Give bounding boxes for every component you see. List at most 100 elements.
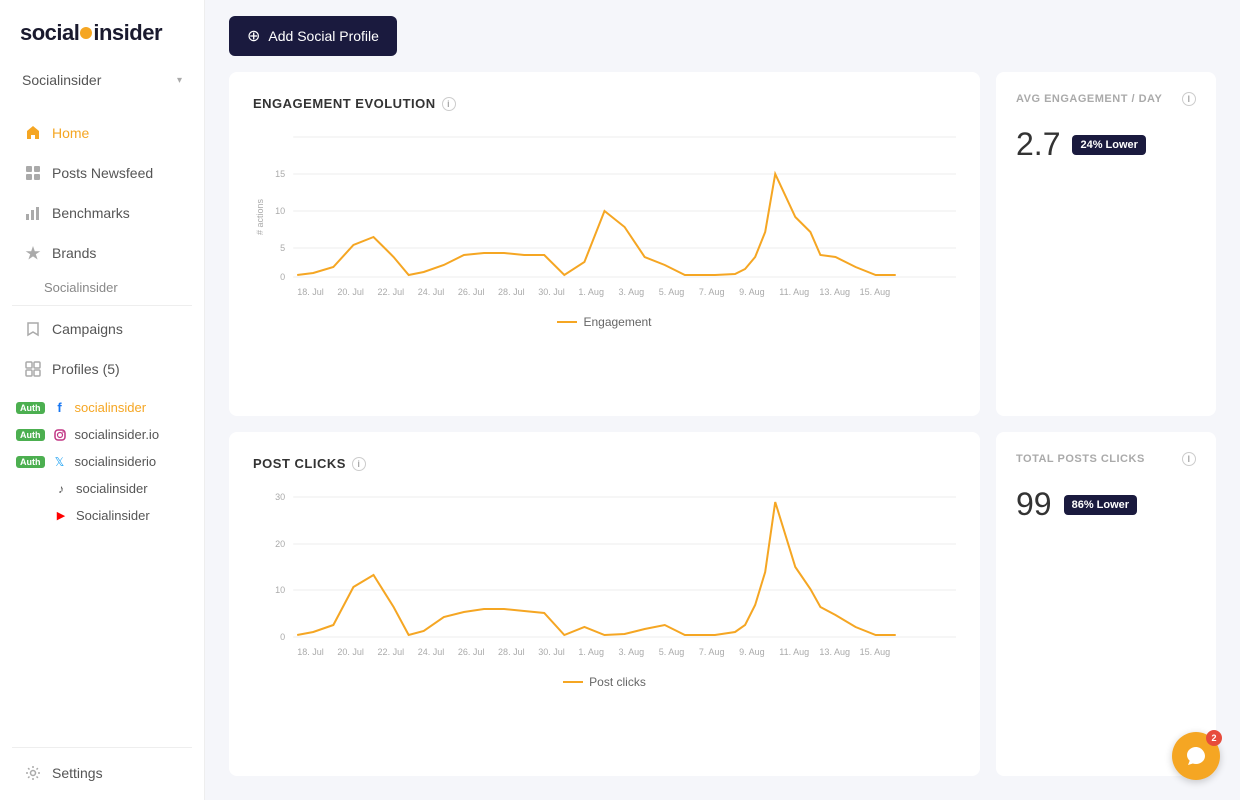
add-profile-button[interactable]: ⊕ Add Social Profile: [229, 16, 397, 56]
svg-text:5: 5: [280, 243, 285, 253]
chart-icon: [24, 204, 42, 222]
svg-text:5. Aug: 5. Aug: [659, 647, 685, 657]
total-post-clicks-value: 99 86% Lower: [1016, 486, 1196, 523]
chat-icon: [1185, 745, 1207, 767]
total-post-clicks-card: TOTAL POSTS CLICKS i 99 86% Lower: [996, 432, 1216, 776]
svg-text:0: 0: [280, 632, 285, 642]
project-name: Socialinsider: [22, 72, 101, 88]
chevron-down-icon: ▾: [177, 75, 182, 86]
svg-text:26. Jul: 26. Jul: [458, 287, 485, 297]
engagement-chart-title: ENGAGEMENT EVOLUTION i: [253, 96, 956, 111]
svg-text:28. Jul: 28. Jul: [498, 287, 525, 297]
star-icon: [24, 244, 42, 262]
post-clicks-title-text: POST CLICKS: [253, 456, 346, 471]
profiles-icon: [24, 360, 42, 378]
sidebar-item-settings-label: Settings: [52, 765, 103, 781]
svg-text:15. Aug: 15. Aug: [860, 287, 891, 297]
post-clicks-info-icon[interactable]: i: [352, 457, 366, 471]
sidebar-item-campaigns[interactable]: Campaigns: [8, 310, 196, 348]
post-clicks-chart-title: POST CLICKS i: [253, 456, 956, 471]
logo-dot: [80, 27, 92, 39]
divider-1: [12, 305, 192, 306]
auth-badge-tw: Auth: [16, 456, 45, 468]
engagement-title-text: ENGAGEMENT EVOLUTION: [253, 96, 436, 111]
svg-text:5. Aug: 5. Aug: [659, 287, 685, 297]
profile-name-ig: socialinsider.io: [75, 427, 160, 442]
svg-text:26. Jul: 26. Jul: [458, 647, 485, 657]
sidebar-item-home[interactable]: Home: [8, 114, 196, 152]
svg-text:10: 10: [275, 585, 285, 595]
divider-2: [12, 747, 192, 748]
sidebar-item-brands[interactable]: Brands: [8, 234, 196, 272]
sidebar-item-campaigns-label: Campaigns: [52, 321, 123, 337]
svg-text:24. Jul: 24. Jul: [418, 647, 445, 657]
svg-text:30. Jul: 30. Jul: [538, 647, 565, 657]
svg-text:22. Jul: 22. Jul: [378, 287, 405, 297]
svg-text:15: 15: [275, 169, 285, 179]
logo: socialinsider: [20, 20, 162, 46]
profile-name-tw: socialinsiderio: [75, 454, 157, 469]
sidebar-item-profiles[interactable]: Profiles (5): [8, 350, 196, 388]
avg-engagement-info-icon[interactable]: i: [1182, 92, 1196, 106]
total-post-clicks-number: 99: [1016, 486, 1052, 523]
sidebar: socialinsider Socialinsider ▾ Home: [0, 0, 205, 800]
sidebar-item-settings[interactable]: Settings: [8, 754, 196, 792]
project-selector[interactable]: Socialinsider ▾: [12, 64, 192, 96]
total-post-clicks-badge: 86% Lower: [1064, 495, 1137, 515]
chat-notification-badge: 2: [1206, 730, 1222, 746]
total-clicks-info-icon[interactable]: i: [1182, 452, 1196, 466]
facebook-icon: f: [53, 401, 67, 415]
plus-circle-icon: ⊕: [247, 26, 260, 46]
svg-text:13. Aug: 13. Aug: [819, 647, 850, 657]
top-bar: ⊕ Add Social Profile: [205, 0, 1240, 72]
profile-item-tiktok[interactable]: ♪ socialinsider: [0, 475, 204, 502]
profiles-section: Auth f socialinsider Auth socialinsider.…: [0, 394, 204, 529]
nav-section: Home Posts Newsfeed: [0, 112, 204, 390]
svg-text:3. Aug: 3. Aug: [619, 647, 645, 657]
post-clicks-legend: Post clicks: [253, 675, 956, 689]
svg-text:9. Aug: 9. Aug: [739, 287, 765, 297]
chat-bubble[interactable]: 2: [1172, 732, 1220, 780]
sidebar-item-benchmarks[interactable]: Benchmarks: [8, 194, 196, 232]
brands-subitem[interactable]: Socialinsider: [0, 274, 204, 301]
profile-name-fb: socialinsider: [75, 400, 147, 415]
svg-text:7. Aug: 7. Aug: [699, 647, 725, 657]
svg-text:20. Jul: 20. Jul: [337, 647, 364, 657]
engagement-svg: 0 5 10 15 # actions 18. Jul 20. Jul 22. …: [253, 127, 956, 307]
svg-text:0: 0: [280, 272, 285, 282]
sidebar-item-profiles-label: Profiles (5): [52, 361, 120, 377]
home-icon: [24, 124, 42, 142]
svg-text:1. Aug: 1. Aug: [578, 287, 604, 297]
sidebar-item-posts-newsfeed[interactable]: Posts Newsfeed: [8, 154, 196, 192]
youtube-icon: ▶: [54, 509, 68, 523]
avg-engagement-title-text: AVG ENGAGEMENT / DAY: [1016, 93, 1162, 105]
svg-text:15. Aug: 15. Aug: [860, 647, 891, 657]
settings-icon: [24, 764, 42, 782]
profile-item-facebook[interactable]: Auth f socialinsider: [0, 394, 204, 421]
avg-engagement-value: 2.7 24% Lower: [1016, 126, 1196, 163]
charts-right: AVG ENGAGEMENT / DAY i 2.7 24% Lower TOT…: [996, 72, 1216, 776]
post-clicks-line: [297, 502, 896, 635]
legend-line-post-clicks: [563, 681, 583, 683]
profile-item-instagram[interactable]: Auth socialinsider.io: [0, 421, 204, 448]
profile-name-tt: socialinsider: [76, 481, 148, 496]
avg-engagement-title: AVG ENGAGEMENT / DAY i: [1016, 92, 1196, 106]
svg-text:20: 20: [275, 539, 285, 549]
profile-item-twitter[interactable]: Auth 𝕏 socialinsiderio: [0, 448, 204, 475]
svg-text:18. Jul: 18. Jul: [297, 647, 324, 657]
engagement-legend: Engagement: [253, 315, 956, 329]
profile-item-youtube[interactable]: ▶ Socialinsider: [0, 502, 204, 529]
svg-text:28. Jul: 28. Jul: [498, 647, 525, 657]
engagement-info-icon[interactable]: i: [442, 97, 456, 111]
svg-text:30: 30: [275, 492, 285, 502]
sidebar-item-brands-label: Brands: [52, 245, 96, 261]
charts-left: ENGAGEMENT EVOLUTION i 0 5 10: [229, 72, 980, 776]
twitter-icon: 𝕏: [53, 455, 67, 469]
svg-text:20. Jul: 20. Jul: [337, 287, 364, 297]
sidebar-item-home-label: Home: [52, 125, 89, 141]
avg-engagement-card: AVG ENGAGEMENT / DAY i 2.7 24% Lower: [996, 72, 1216, 416]
svg-text:7. Aug: 7. Aug: [699, 287, 725, 297]
add-profile-label: Add Social Profile: [268, 28, 379, 44]
svg-text:11. Aug: 11. Aug: [779, 287, 809, 297]
legend-line-engagement: [557, 321, 577, 323]
